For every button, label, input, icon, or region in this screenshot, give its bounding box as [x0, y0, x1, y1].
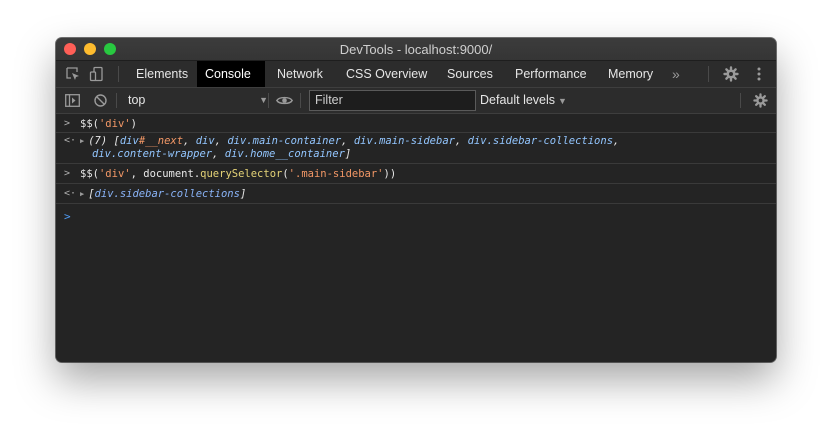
array-item-class: .main-sidebar [372, 135, 455, 147]
result-item: div.sidebar-collections [94, 188, 240, 200]
array-item-tag: div [227, 135, 247, 147]
console-toolbar: top ▼ Filter Default levels ▼ [56, 88, 776, 114]
array-item-tag: div [119, 135, 139, 147]
console-result-entry: <· ▶ [div.sidebar-collections] [56, 184, 776, 204]
tab-performance[interactable]: Performance [507, 61, 595, 87]
context-label: top [128, 93, 146, 107]
console-output[interactable]: > $$('div') <· ▶ (7) [div#__next, div, di… [56, 114, 776, 362]
array-item-class: .content-wrapper [110, 148, 213, 160]
result-array[interactable]: ▶ (7) [div#__next, div, div.main-containe… [80, 135, 619, 147]
result-array-continued: div.content-wrapper, div.home__container… [92, 148, 352, 160]
array-count: (7) [88, 135, 108, 147]
array-item-tag: div [92, 148, 111, 160]
more-tabs-icon[interactable]: » [664, 61, 688, 87]
array-item-class: .home__container [243, 148, 345, 160]
console-command: $$('div', document.querySelector('.main-… [80, 168, 397, 180]
log-levels-label: Default levels [480, 93, 556, 107]
output-arrow-icon: <· [64, 135, 77, 146]
clear-console-icon[interactable] [92, 88, 108, 113]
expand-triangle-icon[interactable]: ▶ [80, 137, 84, 145]
tab-separator [118, 66, 119, 82]
console-command: $$('div') [80, 118, 137, 130]
tab-separator [708, 66, 709, 82]
window-title: DevTools - localhost:9000/ [339, 42, 493, 57]
array-item-class: .main-container [246, 135, 342, 147]
tab-css-overview[interactable]: CSS Overview [338, 61, 435, 87]
command-argument: 'div' [98, 168, 131, 180]
chevron-down-icon: ▼ [558, 96, 567, 106]
chevron-down-icon: ▼ [259, 95, 268, 105]
inspect-element-icon[interactable] [64, 61, 82, 87]
command-selector: '.main-sidebar' [288, 168, 384, 180]
array-item-id: #__next [138, 135, 184, 147]
command-object: document [143, 168, 194, 180]
tab-memory[interactable]: Memory [600, 61, 661, 87]
console-input-entry: > $$('div', document.querySelector('.mai… [56, 164, 776, 184]
expand-triangle-icon[interactable]: ▶ [80, 190, 84, 198]
device-toolbar-icon[interactable] [88, 61, 106, 87]
console-prompt-caret-icon[interactable]: > [64, 210, 71, 223]
devtools-window: DevTools - localhost:9000/ Elements Cons… [56, 38, 776, 362]
toolbar-separator [300, 93, 301, 108]
kebab-menu-icon[interactable] [752, 61, 766, 87]
tab-elements[interactable]: Elements [128, 61, 196, 87]
tab-sources[interactable]: Sources [439, 61, 501, 87]
tab-bar: Elements Console Network CSS Overview So… [56, 61, 776, 88]
log-levels-dropdown[interactable]: Default levels ▼ [480, 88, 567, 113]
console-result-entry: <· ▶ (7) [div#__next, div, div.main-conta… [56, 132, 776, 164]
command-method: querySelector [200, 168, 283, 180]
array-item-tag: div [224, 148, 244, 160]
input-caret-icon: > [64, 168, 71, 179]
array-item-tag: div [353, 135, 373, 147]
command-function: $$ [80, 118, 93, 130]
input-caret-icon: > [64, 118, 71, 129]
result-array[interactable]: ▶ [div.sidebar-collections] [80, 188, 246, 200]
toolbar-separator [116, 93, 117, 108]
toolbar-separator [268, 93, 269, 108]
console-input-entry: > $$('div') [56, 114, 776, 133]
command-argument: 'div' [98, 118, 131, 130]
toolbar-separator [740, 93, 741, 108]
command-function: $$ [80, 168, 93, 180]
filter-input[interactable]: Filter [309, 90, 476, 111]
settings-gear-icon[interactable] [722, 61, 740, 87]
eye-icon[interactable] [275, 88, 293, 113]
console-settings-gear-icon[interactable] [752, 88, 768, 113]
sidebar-toggle-icon[interactable] [64, 88, 80, 113]
array-item-tag: div [467, 135, 487, 147]
context-selector[interactable]: top ▼ [120, 88, 268, 113]
array-item-tag: div [195, 135, 215, 147]
tab-console[interactable]: Console [197, 61, 265, 87]
output-arrow-icon: <· [64, 188, 77, 199]
tab-network[interactable]: Network [269, 61, 331, 87]
title-bar: DevTools - localhost:9000/ [56, 38, 776, 61]
array-item-class: .sidebar-collections [486, 135, 614, 147]
